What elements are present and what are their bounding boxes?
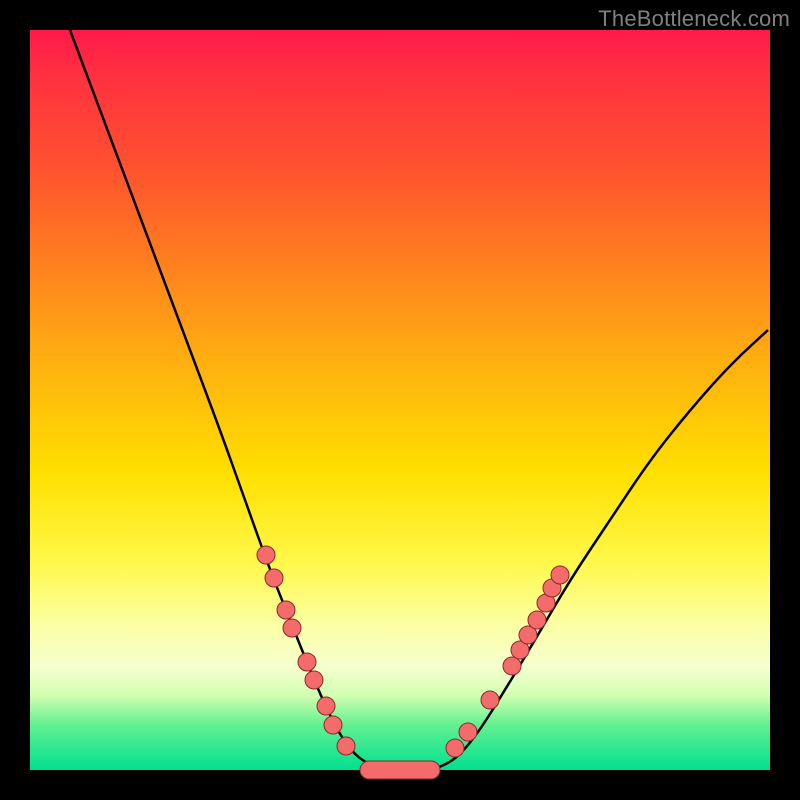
data-marker <box>317 697 335 715</box>
data-marker <box>337 737 355 755</box>
data-marker <box>298 653 316 671</box>
data-marker <box>257 546 275 564</box>
flat-marker <box>360 761 440 779</box>
data-marker <box>305 671 323 689</box>
data-marker <box>277 601 295 619</box>
data-marker <box>551 566 569 584</box>
data-marker <box>283 619 301 637</box>
chart-svg <box>30 30 770 770</box>
data-marker <box>528 611 546 629</box>
data-marker <box>459 723 477 741</box>
main-curve <box>70 30 768 770</box>
data-marker <box>446 739 464 757</box>
data-marker <box>324 716 342 734</box>
data-marker <box>503 657 521 675</box>
watermark-text: TheBottleneck.com <box>598 6 790 32</box>
data-marker <box>265 569 283 587</box>
data-marker <box>481 691 499 709</box>
